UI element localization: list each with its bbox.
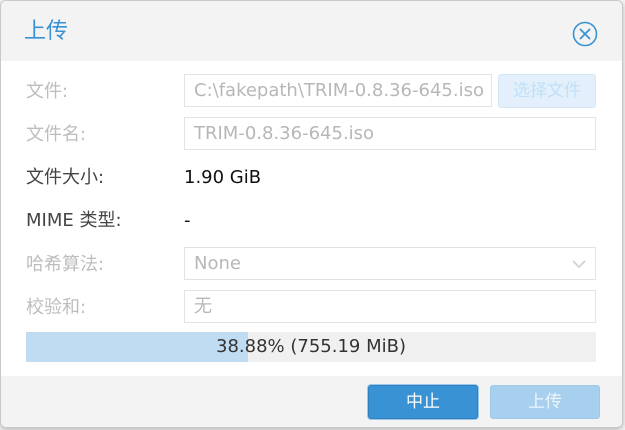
dialog-footer: 中止 上传 [1, 376, 622, 427]
close-icon [572, 21, 598, 47]
file-path-field: C:\fakepath\TRIM-0.8.36-645.iso [184, 74, 492, 107]
upload-progress-bar: 38.88% (755.19 MiB) [26, 332, 596, 362]
close-button[interactable] [572, 21, 598, 47]
upload-dialog: 上传 文件: C:\fakepath\TRIM-0.8.36-645.iso 选… [0, 0, 623, 428]
filesize-value: 1.90 GiB [184, 167, 262, 188]
filename-label: 文件名: [26, 124, 87, 145]
upload-progress-text: 38.88% (755.19 MiB) [216, 336, 406, 357]
upload-button[interactable]: 上传 [490, 385, 600, 419]
checksum-label: 校验和: [26, 297, 87, 318]
chevron-down-icon [572, 260, 586, 269]
filename-input[interactable]: TRIM-0.8.36-645.iso [184, 117, 596, 150]
file-label: 文件: [26, 81, 69, 102]
filesize-label: 文件大小: [26, 167, 105, 188]
dialog-title: 上传 [24, 19, 69, 44]
mime-label: MIME 类型: [26, 210, 122, 231]
choose-file-button[interactable]: 选择文件 [498, 74, 596, 108]
dialog-header: 上传 [1, 1, 622, 61]
abort-button[interactable]: 中止 [368, 385, 478, 419]
hash-algorithm-value: None [194, 253, 241, 274]
hash-label: 哈希算法: [26, 254, 105, 275]
hash-algorithm-select[interactable]: None [184, 247, 596, 280]
mime-value: - [184, 210, 191, 231]
checksum-input[interactable]: 无 [184, 290, 596, 323]
